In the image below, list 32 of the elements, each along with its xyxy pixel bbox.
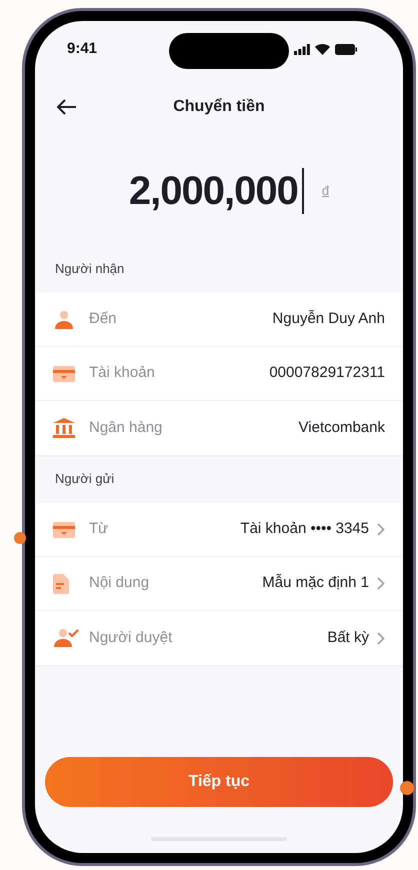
section-heading: Người gửi bbox=[55, 470, 114, 488]
row-label: Ngân hàng bbox=[89, 418, 162, 438]
person-icon bbox=[53, 310, 75, 330]
row-label: Đến bbox=[89, 309, 117, 330]
person-check-icon bbox=[53, 628, 79, 648]
row-value: Nguyễn Duy Anh bbox=[272, 309, 385, 330]
section-heading: Người nhận bbox=[55, 260, 124, 278]
row-value[interactable]: Tài khoản •••• 3345 bbox=[240, 518, 369, 541]
text-cursor bbox=[302, 168, 304, 214]
row-label: Tài khoản bbox=[89, 363, 155, 384]
chevron-right-icon bbox=[377, 577, 385, 590]
card-icon bbox=[53, 366, 75, 382]
card-icon bbox=[53, 522, 75, 538]
row-value: Vietcombank bbox=[298, 418, 385, 438]
currency-symbol: đ bbox=[322, 182, 330, 200]
amount-value: 2,000,000 bbox=[128, 168, 298, 215]
signal-icon bbox=[294, 44, 310, 54]
bank-icon bbox=[53, 418, 75, 438]
wifi-icon bbox=[315, 44, 330, 54]
document-icon bbox=[53, 574, 69, 594]
row-label: Từ bbox=[89, 519, 108, 540]
row-label: Nội dung bbox=[89, 573, 150, 594]
row-value[interactable]: Mẫu mặc định 1 bbox=[262, 572, 369, 595]
chevron-right-icon bbox=[377, 632, 385, 644]
status-time: 9:41 bbox=[67, 38, 98, 59]
back-arrow-icon[interactable] bbox=[57, 99, 77, 115]
row-value[interactable]: Bất kỳ bbox=[327, 626, 369, 650]
screen-title: Chuyển tiền bbox=[173, 97, 265, 117]
chevron-right-icon bbox=[377, 523, 385, 536]
row-value: 00007829172311 bbox=[269, 363, 385, 384]
row-label: Người duyệt bbox=[89, 628, 172, 648]
battery-icon bbox=[335, 44, 357, 54]
